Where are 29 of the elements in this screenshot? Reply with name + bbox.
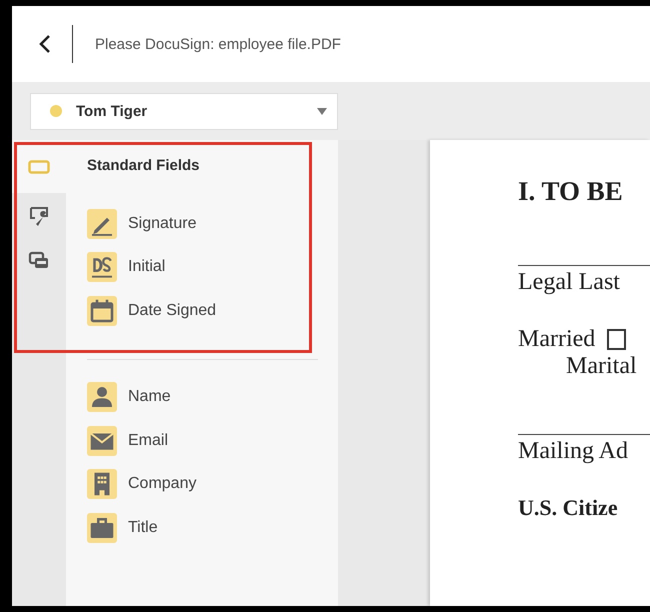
field-item[interactable]: Signature <box>87 202 318 246</box>
field-item[interactable]: Company <box>87 462 318 506</box>
field-item[interactable]: Email <box>87 419 318 462</box>
ds-initials-icon <box>87 252 117 282</box>
pen-icon <box>87 208 117 239</box>
calendar-icon <box>87 296 117 326</box>
field-item[interactable]: Title <box>87 506 318 550</box>
section-heading: I. TO BE <box>518 176 624 207</box>
person-icon <box>87 382 117 412</box>
form-label: Marital <box>566 353 637 379</box>
sidebar-tab[interactable] <box>12 140 66 193</box>
field-item[interactable]: Date Signed <box>87 289 318 332</box>
envelope-icon <box>87 426 117 456</box>
caret-icon <box>317 108 327 114</box>
checkbox[interactable] <box>607 329 626 350</box>
section-title: Standard Fields <box>87 156 201 176</box>
briefcase-icon <box>87 512 117 543</box>
form-label: Married <box>518 326 596 353</box>
field-item[interactable]: Name <box>87 376 318 419</box>
building-icon <box>87 469 117 500</box>
back-button[interactable] <box>38 34 52 54</box>
recipient-dropdown[interactable]: Tom Tiger <box>30 92 338 130</box>
overlapping-boxes-icon <box>28 250 50 270</box>
form-label: Legal Last <box>518 269 620 295</box>
field-item[interactable]: Initial <box>87 246 318 289</box>
form-label: Mailing Ad <box>518 438 628 464</box>
field-box-icon <box>28 160 50 174</box>
form-label: U.S. Citize <box>518 495 618 520</box>
document-title: Please DocuSign: employee file.PDF <box>95 36 341 52</box>
